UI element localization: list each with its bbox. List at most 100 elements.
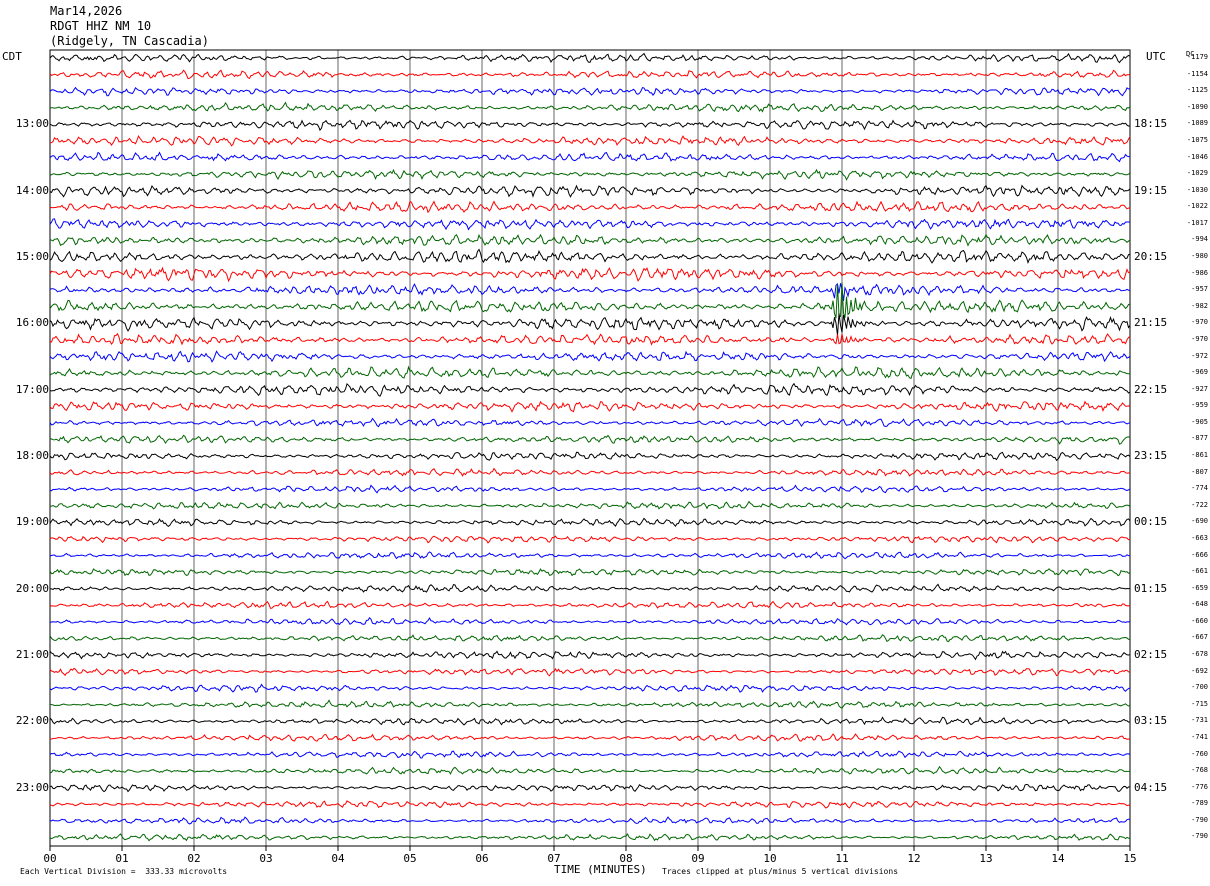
left-time-label: 16:00 (15, 316, 49, 330)
trace-row-44 (49, 783, 1131, 793)
dc-offset-label: -927 (1191, 384, 1208, 393)
trace-row-24 (49, 451, 1131, 462)
trace-row-25 (49, 467, 1131, 477)
x-tick-label: 03 (259, 852, 273, 865)
trace-row-9 (49, 200, 1131, 214)
right-time-label: 01:15 (1134, 581, 1168, 595)
trace-row-16 (49, 313, 1131, 336)
x-tick-label: 15 (1123, 852, 1137, 865)
dc-offset-label: -1179 (1186, 53, 1208, 61)
dc-offset-label: -648 (1191, 600, 1208, 609)
trace-row-12 (49, 248, 1131, 264)
dc-offset-label: -790 (1191, 815, 1208, 824)
trace-row-19 (49, 365, 1131, 380)
dc-offset-label: -1022 (1186, 202, 1208, 211)
seismogram-plot (49, 49, 1131, 851)
trace-row-33 (49, 600, 1131, 609)
left-time-label: 13:00 (15, 117, 49, 131)
trace-row-36 (49, 650, 1131, 661)
x-tick-label: 06 (475, 852, 489, 865)
dc-offset-label: -661 (1191, 567, 1208, 576)
dc-offset-label: -877 (1191, 434, 1208, 443)
footer-scale: Each Vertical Division = 333.33 microvol… (20, 867, 228, 876)
trace-row-8 (49, 184, 1131, 198)
dc-offset-label: -776 (1191, 782, 1208, 791)
dc-offset-label: -970 (1191, 334, 1208, 343)
trace-row-38 (49, 683, 1131, 693)
dc-offset-label: -969 (1191, 368, 1208, 377)
trace-row-15 (49, 282, 1131, 319)
dc-offset-label: -700 (1191, 683, 1208, 692)
trace-row-10 (49, 218, 1131, 231)
dc-offset-label: -663 (1191, 533, 1208, 542)
x-axis-label: TIME (MINUTES) (554, 863, 647, 876)
trace-row-4 (49, 119, 1131, 132)
dc-offset-label: -957 (1191, 285, 1208, 294)
footer-clip: Traces clipped at plus/minus 5 vertical … (662, 867, 899, 876)
right-time-label: 22:15 (1134, 382, 1168, 396)
left-time-label: 15:00 (15, 250, 49, 263)
dc-offset-label: -861 (1191, 451, 1208, 459)
trace-row-34 (49, 616, 1131, 626)
dc-offset-label: -1046 (1186, 152, 1208, 161)
trace-row-43 (49, 765, 1130, 775)
trace-row-39 (49, 699, 1131, 709)
dc-offset-label: -1154 (1186, 69, 1208, 78)
dc-offset-label: -986 (1191, 268, 1208, 277)
x-tick-label: 10 (763, 852, 777, 865)
trace-row-14 (49, 283, 1130, 301)
dc-offset-label: -660 (1191, 616, 1208, 625)
left-time-label: 23:00 (15, 780, 49, 794)
dc-offset-label: -667 (1191, 633, 1208, 642)
left-time-label: 21:00 (15, 648, 49, 661)
left-time-label: 17:00 (15, 382, 49, 396)
trace-row-32 (49, 583, 1131, 593)
trace-row-11 (49, 233, 1131, 247)
x-tick-label: 00 (43, 852, 57, 865)
trace-row-42 (49, 750, 1131, 759)
trace-row-23 (49, 434, 1131, 445)
trace-row-2 (49, 86, 1131, 97)
dc-offset-label: -980 (1191, 252, 1208, 260)
x-tick-label: 12 (907, 852, 921, 865)
dc-offset-label: -790 (1191, 832, 1208, 841)
trace-row-35 (49, 634, 1131, 643)
x-tick-label: 11 (835, 852, 849, 865)
x-tick-label: 01 (115, 852, 129, 865)
right-time-label: 23:15 (1134, 449, 1168, 462)
trace-row-37 (49, 667, 1131, 677)
dc-offset-label: -1030 (1186, 185, 1208, 194)
dc-offset-label: -1089 (1186, 119, 1208, 128)
trace-row-5 (49, 134, 1131, 147)
dc-offset-label: -722 (1191, 500, 1208, 509)
dc-offset-label: -807 (1191, 467, 1208, 476)
trace-row-20 (49, 382, 1131, 397)
trace-row-46 (49, 816, 1130, 825)
trace-row-21 (49, 400, 1131, 413)
trace-row-47 (49, 833, 1131, 842)
dc-offset-label: -1075 (1186, 135, 1208, 144)
trace-row-30 (49, 551, 1131, 560)
dc-offset-label: -731 (1191, 716, 1208, 725)
right-time-label: 18:15 (1134, 117, 1168, 131)
x-tick-label: 04 (331, 852, 345, 865)
dc-offset-label: -692 (1191, 666, 1208, 675)
dc-offset-label: -1017 (1186, 218, 1208, 227)
dc-offset-label: -659 (1191, 583, 1208, 592)
right-time-label: 02:15 (1134, 648, 1168, 661)
trace-row-22 (49, 417, 1131, 428)
dc-offset-label: -959 (1191, 401, 1208, 410)
right-time-label: 04:15 (1134, 780, 1168, 794)
right-time-label: 21:15 (1134, 316, 1168, 330)
right-time-label: 03:15 (1134, 714, 1168, 728)
dc-offset-label: -1090 (1186, 102, 1208, 111)
trace-row-1 (49, 69, 1131, 80)
dc-offset-label: -741 (1191, 732, 1208, 741)
left-time-label: 19:00 (15, 515, 49, 529)
x-tick-label: 02 (187, 852, 201, 865)
dc-offset-label: -1029 (1186, 169, 1208, 178)
left-time-label: 22:00 (15, 714, 49, 728)
left-time-label: 20:00 (15, 581, 49, 595)
trace-row-31 (49, 568, 1131, 577)
trace-row-3 (49, 101, 1131, 113)
